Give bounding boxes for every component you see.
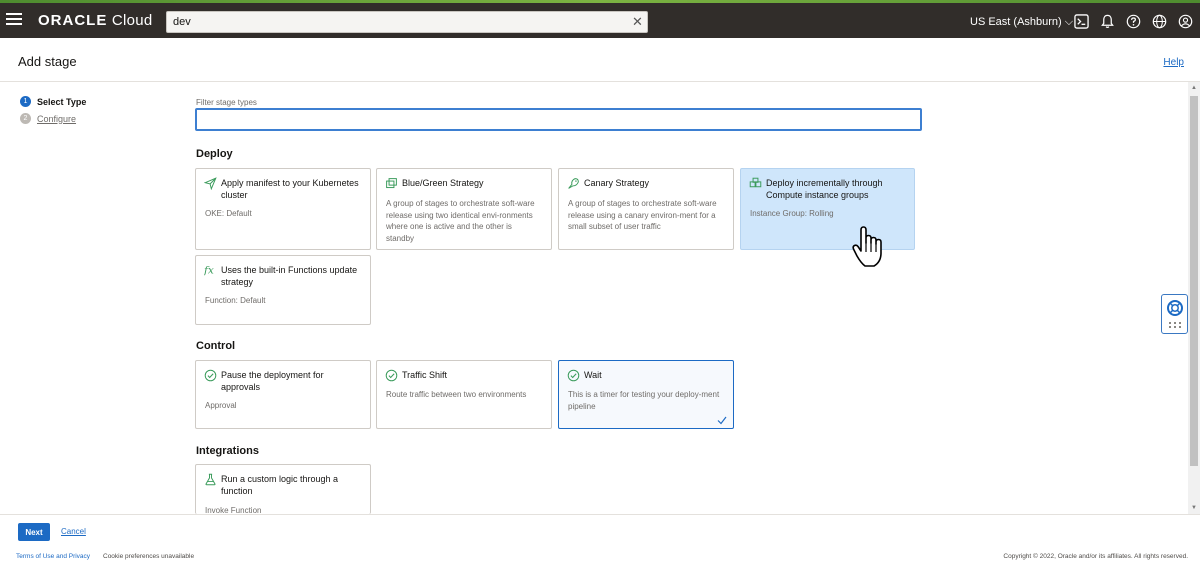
terms-link[interactable]: Terms of Use and Privacy [16, 553, 90, 560]
card-custom-function[interactable]: Run a custom logic through a function In… [195, 464, 371, 514]
card-apply-manifest[interactable]: Apply manifest to your Kubernetes cluste… [195, 168, 371, 250]
card-traffic-shift[interactable]: Traffic Shift Route traffic between two … [376, 360, 552, 429]
card-deploy-instance-groups[interactable]: Deploy incrementally through Compute ins… [740, 168, 915, 250]
wizard-footer: Next Cancel [0, 514, 1200, 547]
section-integrations: Integrations [196, 445, 259, 457]
page-scrollbar[interactable]: ▲ ▼ [1188, 82, 1200, 514]
blue-green-icon [385, 177, 398, 190]
filter-label: Filter stage types [196, 98, 257, 107]
card-functions-update[interactable]: fx Uses the built-in Functions update st… [195, 255, 371, 325]
cloud-shell-icon[interactable] [1074, 14, 1089, 29]
scroll-down-arrow-icon[interactable]: ▼ [1191, 505, 1197, 511]
step-configure[interactable]: 2 Configure [20, 113, 86, 124]
section-deploy: Deploy [196, 148, 233, 160]
function-icon: fx [203, 263, 217, 277]
check-circle-icon [204, 369, 217, 382]
step-select-type[interactable]: 1 Select Type [20, 96, 86, 107]
filter-stage-types-input[interactable] [195, 108, 922, 131]
scroll-up-arrow-icon[interactable]: ▲ [1191, 85, 1197, 91]
card-approval[interactable]: Pause the deployment for approvals Appro… [195, 360, 371, 429]
help-icon[interactable] [1126, 14, 1141, 29]
canary-icon [567, 177, 580, 190]
region-selector[interactable]: US East (Ashburn) ⌵ [970, 16, 1073, 29]
top-navigation-bar: ORACLE Cloud ✕ US East (Ashburn) ⌵ [0, 3, 1200, 38]
flask-icon [204, 473, 217, 486]
check-circle-icon [385, 369, 398, 382]
svg-text:fx: fx [204, 265, 214, 276]
check-circle-icon [567, 369, 580, 382]
user-icon[interactable] [1178, 14, 1193, 29]
card-blue-green-strategy[interactable]: Blue/Green Strategy A group of stages to… [376, 168, 552, 250]
help-link[interactable]: Help [1163, 57, 1184, 68]
cancel-button[interactable]: Cancel [61, 527, 86, 536]
cookie-preferences-text: Cookie preferences unavailable [103, 553, 195, 560]
wizard-steps: 1 Select Type 2 Configure [20, 96, 86, 130]
selected-check-icon [717, 412, 727, 425]
bell-icon[interactable] [1100, 14, 1115, 29]
menu-icon[interactable] [6, 13, 22, 27]
scrollbar-thumb[interactable] [1190, 96, 1198, 466]
oracle-cloud-logo[interactable]: ORACLE Cloud [38, 12, 153, 29]
legal-footer: Terms of Use and Privacy Cookie preferen… [0, 547, 1200, 564]
hand-pointer-cursor [850, 226, 886, 268]
card-wait[interactable]: Wait This is a timer for testing your de… [558, 360, 734, 429]
lifebuoy-icon [1167, 300, 1183, 328]
close-icon[interactable]: ✕ [632, 14, 643, 30]
section-control: Control [196, 340, 236, 352]
card-canary-strategy[interactable]: Canary Strategy A group of stages to orc… [558, 168, 734, 250]
copyright-text: Copyright © 2022, Oracle and/or its affi… [1003, 553, 1188, 560]
instance-group-icon [749, 177, 762, 190]
page-title: Add stage [18, 54, 77, 69]
next-button[interactable]: Next [18, 523, 50, 541]
send-icon [203, 177, 217, 191]
support-floating-button[interactable] [1161, 294, 1188, 334]
search-input[interactable] [166, 11, 648, 33]
globe-icon[interactable] [1152, 14, 1167, 29]
page-header: Add stage Help [0, 38, 1200, 82]
